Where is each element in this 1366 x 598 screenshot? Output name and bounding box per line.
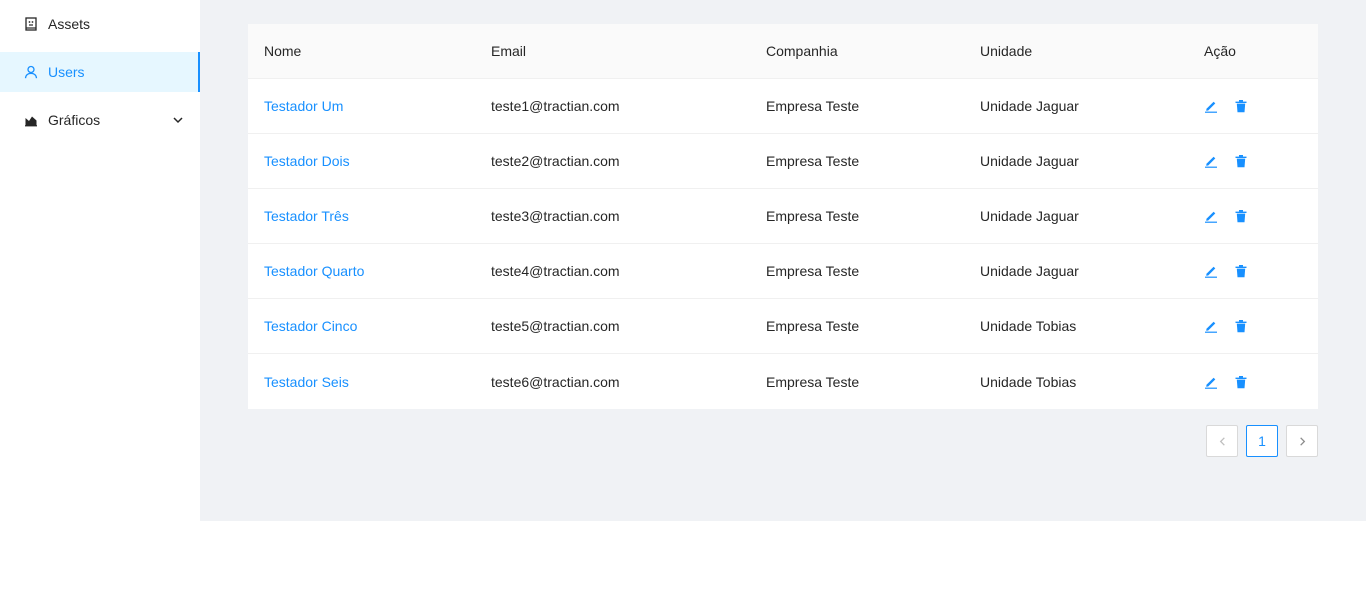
user-name-cell: Testador Três xyxy=(248,208,475,224)
delete-icon[interactable] xyxy=(1234,375,1248,389)
row-actions xyxy=(1188,375,1318,389)
row-actions xyxy=(1188,209,1318,223)
user-email-cell: teste6@tractian.com xyxy=(491,373,620,390)
chart-icon xyxy=(24,113,38,127)
user-company-cell: Empresa Teste xyxy=(766,373,860,390)
sidebar-item-assets[interactable]: Assets xyxy=(0,4,201,44)
table-row: Testador Quarto teste4@tractian.com Empres… xyxy=(248,244,1318,299)
table-row: Testador Dois teste2@tractian.com Empresa … xyxy=(248,134,1318,189)
delete-icon[interactable] xyxy=(1234,209,1248,223)
edit-icon[interactable] xyxy=(1204,319,1218,333)
table-row: Testador Cinco teste5@tractian.com Empresa… xyxy=(248,299,1318,354)
chevron-left-icon xyxy=(1219,436,1225,446)
chevron-down-icon[interactable] xyxy=(172,113,184,125)
edit-icon[interactable] xyxy=(1204,154,1218,168)
sidebar-item-label: Gráficos xyxy=(48,112,101,128)
assets-icon xyxy=(24,17,38,31)
user-company-cell: Empresa Teste xyxy=(766,153,860,169)
user-name-cell: Testador Cinco xyxy=(248,318,475,334)
sidebar-item-label: Assets xyxy=(48,16,91,32)
edit-icon[interactable] xyxy=(1204,209,1218,223)
user-email-cell: teste2@tractian.com xyxy=(491,153,620,169)
table-body: Testador Um teste1@tractian.com Empresa Te… xyxy=(248,79,1318,409)
user-company-cell: Empresa Teste xyxy=(766,208,860,224)
user-name-link[interactable]: Testador Quarto xyxy=(264,263,364,279)
user-company-cell: Empresa Teste xyxy=(766,98,860,114)
chevron-right-icon xyxy=(1299,436,1305,446)
user-email-cell: teste3@tractian.com xyxy=(491,208,620,224)
sidebar: Assets Users Gráficos xyxy=(0,0,201,521)
user-name-cell: Testador Quarto xyxy=(248,263,475,279)
column-header-acao: Ação xyxy=(1204,43,1236,59)
delete-icon[interactable] xyxy=(1234,154,1248,168)
user-unit-cell: Unidade Jaguar xyxy=(980,208,1079,224)
users-table: Nome Email Companhia Unidade Ação Testad… xyxy=(248,24,1318,409)
user-unit-cell: Unidade Jaguar xyxy=(980,153,1079,169)
edit-icon[interactable] xyxy=(1204,264,1218,278)
column-header-companhia: Companhia xyxy=(766,43,838,59)
delete-icon[interactable] xyxy=(1234,264,1248,278)
user-company-cell: Empresa Teste xyxy=(766,318,860,334)
row-actions xyxy=(1188,264,1318,278)
user-name-link[interactable]: Testador Cinco xyxy=(264,318,357,334)
user-name-cell: Testador Um xyxy=(248,98,475,114)
user-name-link[interactable]: Testador Seis xyxy=(264,374,349,390)
user-name-link[interactable]: Testador Dois xyxy=(264,153,350,169)
edit-icon[interactable] xyxy=(1204,99,1218,113)
table-header: Nome Email Companhia Unidade Ação xyxy=(248,24,1318,79)
prev-page-button[interactable] xyxy=(1206,425,1238,457)
user-unit-cell: Unidade Tobias xyxy=(980,318,1077,334)
table-row: Testador Seis teste6@tractian.com Empresa … xyxy=(248,354,1318,409)
main-content: Nome Email Companhia Unidade Ação Testad… xyxy=(200,0,1366,521)
user-email-cell: teste5@tractian.com xyxy=(491,318,620,334)
row-actions xyxy=(1188,154,1318,168)
user-name-cell: Testador Seis xyxy=(248,374,475,390)
user-unit-cell: Unidade Jaguar xyxy=(980,98,1079,114)
delete-icon[interactable] xyxy=(1234,99,1248,113)
user-icon xyxy=(24,65,38,79)
user-email-cell: teste4@tractian.com xyxy=(491,263,620,279)
user-name-link[interactable]: Testador Um xyxy=(264,98,343,114)
table-row: Testador Um teste1@tractian.com Empresa Te… xyxy=(248,79,1318,134)
app: Assets Users Gráficos Nome Email Companh… xyxy=(0,0,1366,598)
page-1-button[interactable]: 1 xyxy=(1246,425,1278,457)
user-unit-cell: Unidade Tobias xyxy=(980,373,1077,390)
table-row: Testador Três teste3@tractian.com Empresa … xyxy=(248,189,1318,244)
column-header-email: Email xyxy=(491,43,527,59)
sidebar-item-users[interactable]: Users xyxy=(0,52,201,92)
user-unit-cell: Unidade Jaguar xyxy=(980,263,1079,279)
delete-icon[interactable] xyxy=(1234,319,1248,333)
edit-icon[interactable] xyxy=(1204,375,1218,389)
column-header-nome: Nome xyxy=(264,43,302,59)
sidebar-item-label: Users xyxy=(48,64,85,80)
user-email-cell: teste1@tractian.com xyxy=(491,98,620,114)
pagination: 1 xyxy=(1206,425,1318,457)
user-name-link[interactable]: Testador Três xyxy=(264,208,349,224)
row-actions xyxy=(1188,319,1318,333)
user-company-cell: Empresa Teste xyxy=(766,263,860,279)
user-name-cell: Testador Dois xyxy=(248,153,475,169)
row-actions xyxy=(1188,99,1318,113)
column-header-unidade: Unidade xyxy=(980,43,1033,59)
next-page-button[interactable] xyxy=(1286,425,1318,457)
sidebar-item-graficos[interactable]: Gráficos xyxy=(0,100,201,140)
